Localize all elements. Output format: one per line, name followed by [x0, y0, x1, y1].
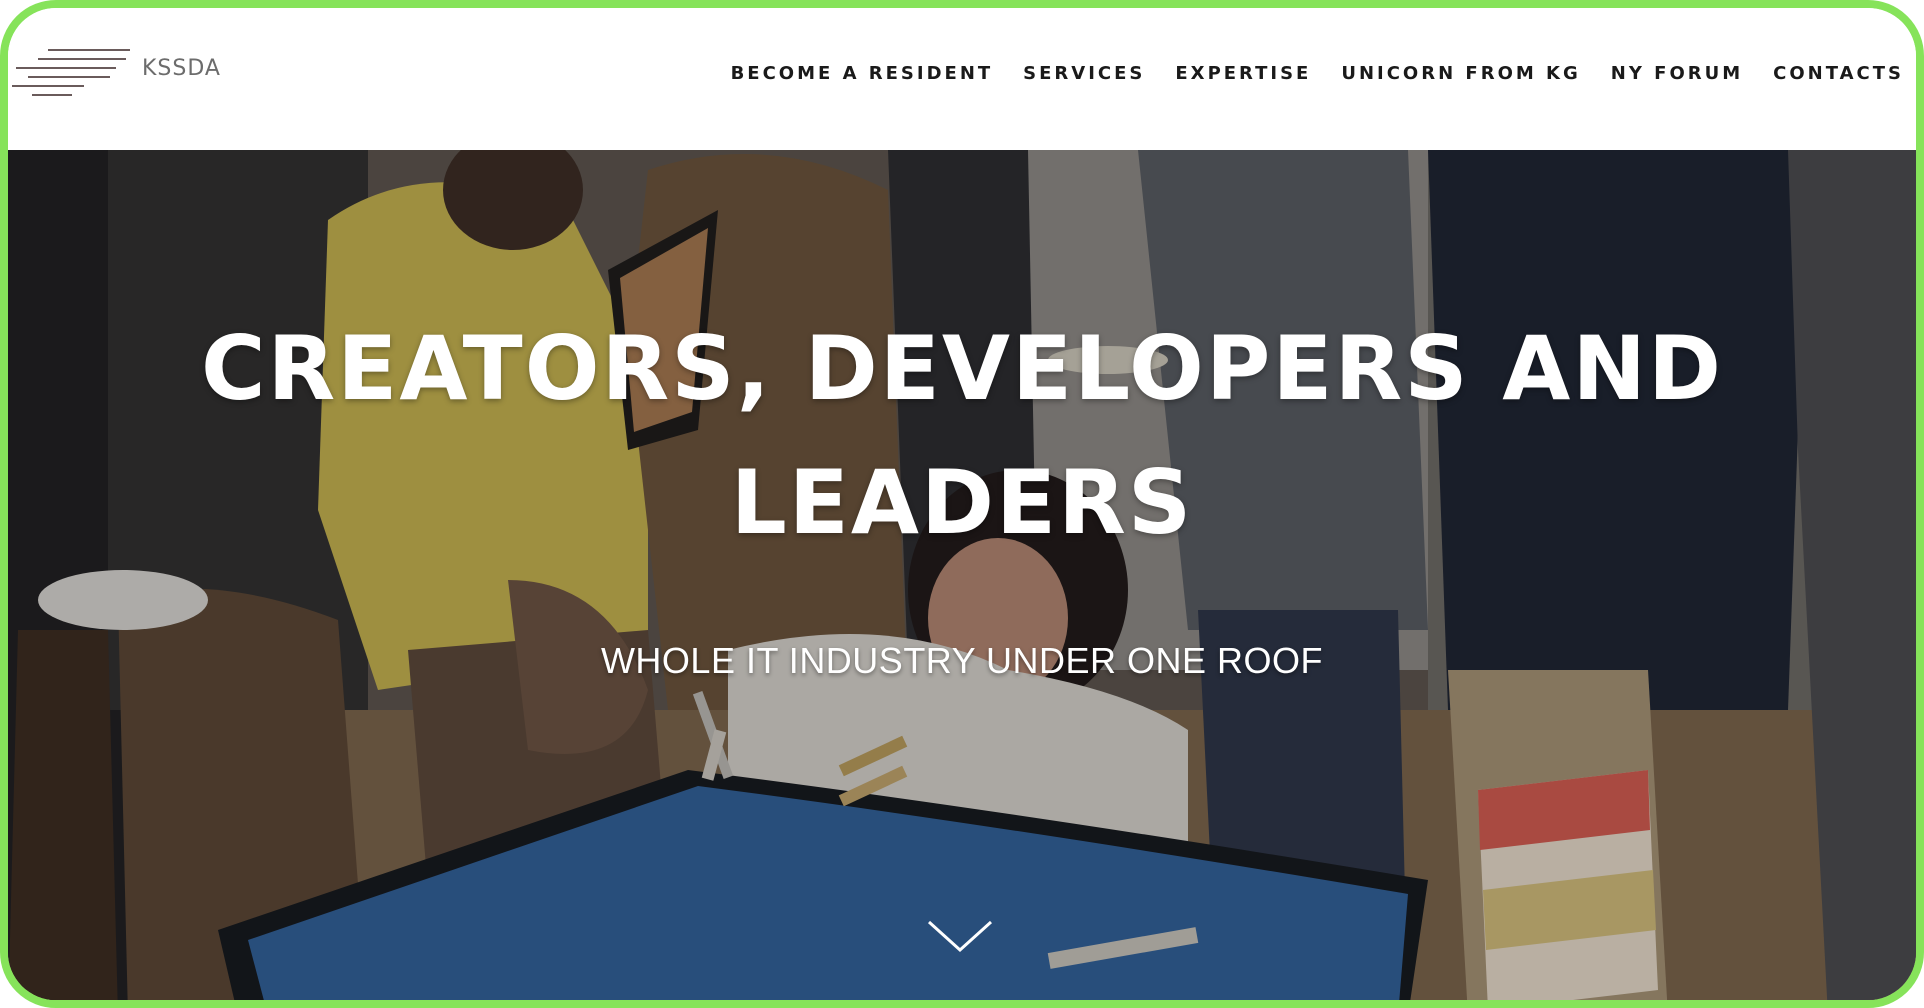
nav-services[interactable]: SERVICES — [1023, 63, 1145, 84]
hero-title-line-2: LEADERS — [730, 451, 1194, 554]
nav-become-a-resident[interactable]: BECOME A RESIDENT — [731, 63, 994, 84]
main-nav: BECOME A RESIDENT SERVICES EXPERTISE UNI… — [701, 63, 1904, 84]
hero-title: CREATORS, DEVELOPERS AND LEADERS — [8, 302, 1916, 570]
hero-subtitle: WHOLE IT INDUSTRY UNDER ONE ROOF — [600, 640, 1324, 681]
brand-name: KSSDA — [142, 55, 221, 81]
nav-contacts[interactable]: CONTACTS — [1773, 63, 1904, 84]
brand-logo[interactable]: KSSDA — [10, 38, 221, 98]
browser-frame: KSSDA BECOME A RESIDENT SERVICES EXPERTI… — [0, 0, 1924, 1008]
logo-lines-icon — [10, 38, 130, 98]
hero-title-line-1: CREATORS, DEVELOPERS AND — [200, 317, 1724, 420]
site-header: KSSDA BECOME A RESIDENT SERVICES EXPERTI… — [8, 8, 1916, 150]
nav-ny-forum[interactable]: NY FORUM — [1611, 63, 1743, 84]
hero-dim-overlay — [8, 150, 1916, 1000]
chevron-down-icon[interactable] — [925, 916, 995, 956]
nav-expertise[interactable]: EXPERTISE — [1175, 63, 1311, 84]
nav-unicorn-from-kg[interactable]: UNICORN FROM KG — [1341, 63, 1580, 84]
hero-section: CREATORS, DEVELOPERS AND LEADERS WHOLE I… — [8, 150, 1916, 1000]
